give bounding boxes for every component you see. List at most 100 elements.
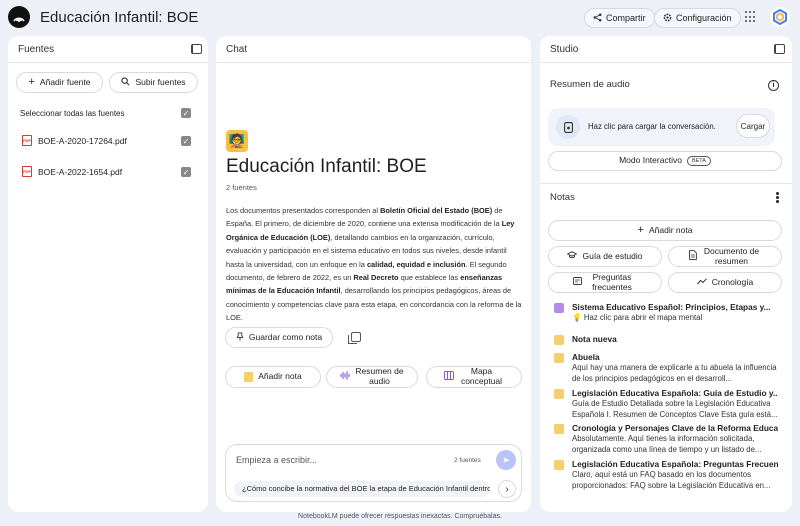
add-source-button[interactable]: + Añadir fuente — [16, 72, 103, 93]
note-icon — [554, 389, 564, 399]
sources-divider — [8, 62, 208, 63]
list-item[interactable]: Legislación Educativa Española: Pregunta… — [554, 459, 778, 493]
chat-divider — [216, 62, 531, 63]
list-item[interactable]: Cronología y Personajes Clave de la Refo… — [554, 423, 778, 457]
chat-input[interactable] — [236, 453, 436, 467]
list-item[interactable]: Nota nueva — [554, 334, 778, 348]
list-item[interactable]: Sistema Educativo Español: Principios, E… — [554, 302, 778, 328]
more-options-icon[interactable] — [776, 192, 779, 203]
notebook-title[interactable]: Educación Infantil: BOE — [40, 9, 198, 26]
list-item[interactable]: Abuela Aquí hay una manera de explicarle… — [554, 352, 778, 386]
disclaimer-footer: NotebookLM puede ofrecer respuestas inex… — [298, 513, 502, 520]
save-as-note-label: Guardar como nota — [248, 331, 323, 342]
faq-icon — [573, 277, 582, 288]
waveform-icon — [339, 371, 350, 383]
apps-grid-icon[interactable] — [745, 11, 757, 23]
add-note-label: Añadir nota — [258, 371, 302, 382]
note-icon — [554, 335, 564, 345]
faq-button[interactable]: Preguntas frecuentes — [548, 272, 662, 293]
notebook-emoji-icon: 🧑‍🏫 — [226, 130, 248, 152]
interactive-mode-button[interactable]: Modo Interactivo BETA — [548, 151, 782, 171]
note-title: Cronología y Personajes Clave de la Refo… — [572, 423, 778, 433]
note-title: Sistema Educativo Español: Principios, E… — [572, 302, 771, 312]
share-label: Compartir — [606, 13, 646, 23]
note-preview: Absolutamente. Aquí tienes la informació… — [572, 434, 762, 454]
mind-map-icon — [443, 371, 454, 383]
collapse-panel-icon[interactable] — [191, 44, 202, 54]
load-button[interactable]: Cargar — [736, 114, 770, 138]
studio-panel: Studio Resumen de audio i Haz clic para … — [540, 36, 792, 512]
summary-document-button[interactable]: Documento de resumen — [668, 246, 782, 267]
gear-icon — [663, 13, 672, 24]
note-icon — [554, 460, 564, 470]
sources-panel-title: Fuentes — [18, 44, 55, 55]
timeline-button[interactable]: Cronología — [668, 272, 782, 293]
suggested-question[interactable]: ¿Cómo concibe la normativa del BOE la et… — [234, 481, 490, 497]
studio-notes-divider — [540, 183, 792, 184]
note-title: Nota nueva — [572, 334, 617, 344]
audio-summary-label: Resumen de audio — [355, 366, 404, 386]
note-icon — [554, 353, 564, 363]
studio-divider — [540, 62, 792, 63]
note-title: Abuela — [572, 352, 600, 362]
timeline-icon — [696, 278, 707, 288]
study-guide-button[interactable]: Guía de estudio — [548, 246, 662, 267]
note-title: Legislación Educativa Española: Pregunta… — [572, 459, 778, 469]
add-note-button[interactable]: + Añadir nota — [548, 220, 782, 241]
chevron-right-icon: › — [505, 483, 509, 495]
timeline-label: Cronología — [711, 276, 754, 287]
next-suggestion-button[interactable]: › — [498, 480, 516, 498]
source-checkbox[interactable]: ✓ — [181, 136, 191, 146]
notes-heading: Notas — [550, 192, 575, 203]
add-source-label: Añadir fuente — [39, 76, 91, 87]
pin-icon — [236, 332, 244, 344]
plus-icon: + — [28, 76, 35, 89]
studio-panel-title: Studio — [550, 44, 579, 55]
audio-file-icon — [556, 115, 580, 139]
note-preview: 💡 Haz clic para abrir el mapa mental — [572, 313, 703, 322]
notebook-summary: Los documentos presentados corresponden … — [226, 206, 522, 323]
add-note-button[interactable]: Añadir nota — [225, 366, 321, 388]
mind-map-icon — [554, 303, 564, 313]
share-icon — [593, 13, 602, 24]
send-button[interactable]: ➤ — [496, 450, 516, 470]
chat-panel-title: Chat — [226, 44, 248, 55]
faq-label: Preguntas frecuentes — [592, 271, 632, 292]
notebooklm-logo-icon[interactable] — [8, 6, 30, 28]
audio-summary-button[interactable]: Resumen de audio — [326, 366, 418, 388]
upload-sources-button[interactable]: Subir fuentes — [109, 72, 198, 93]
graduation-cap-icon — [566, 251, 579, 262]
note-preview: Guía de Estudio Detallada sobre la Legis… — [572, 399, 778, 419]
note-preview: Claro, aquí está un FAQ basado en los do… — [572, 470, 771, 490]
plus-icon: + — [637, 224, 644, 237]
audio-overview-card: Haz clic para cargar la conversación. Ca… — [548, 108, 775, 146]
list-item[interactable]: Legislación Educativa Española: Guía de … — [554, 388, 778, 422]
source-name[interactable]: BOE-A-2020-17264.pdf — [38, 136, 127, 146]
note-icon — [244, 372, 254, 382]
sources-panel: Fuentes + Añadir fuente Subir fuentes Se… — [8, 36, 208, 512]
pdf-icon: PDF — [22, 135, 32, 146]
discover-icon — [121, 76, 130, 89]
mind-map-button[interactable]: Mapa conceptual — [426, 366, 522, 388]
copy-icon[interactable] — [348, 332, 361, 344]
select-all-checkbox[interactable]: ✓ — [181, 108, 191, 118]
add-note-label: Añadir nota — [648, 224, 693, 235]
note-icon — [554, 424, 564, 434]
info-icon[interactable]: i — [768, 80, 779, 91]
audio-summary-heading: Resumen de audio — [550, 79, 630, 90]
save-as-note-button[interactable]: Guardar como nota — [225, 327, 333, 348]
note-title: Legislación Educativa Española: Guía de … — [572, 388, 778, 398]
beta-badge: BETA — [686, 155, 711, 167]
collapse-panel-icon[interactable] — [774, 44, 785, 54]
chat-input-box: 2 fuentes ➤ ¿Cómo concibe la normativa d… — [225, 444, 522, 502]
chat-panel: Chat 🧑‍🏫 Educación Infantil: BOE 2 fuent… — [216, 36, 531, 512]
source-name[interactable]: BOE-A-2022-1654.pdf — [38, 167, 122, 177]
share-button[interactable]: Compartir — [584, 8, 655, 28]
avatar[interactable] — [770, 7, 790, 27]
input-sources-count: 2 fuentes — [454, 457, 481, 464]
settings-button[interactable]: Configuración — [654, 8, 741, 28]
pdf-icon: PDF — [22, 166, 32, 177]
source-checkbox[interactable]: ✓ — [181, 167, 191, 177]
upload-sources-label: Subir fuentes — [135, 76, 186, 87]
audio-prompt: Haz clic para cargar la conversación. — [588, 122, 716, 131]
